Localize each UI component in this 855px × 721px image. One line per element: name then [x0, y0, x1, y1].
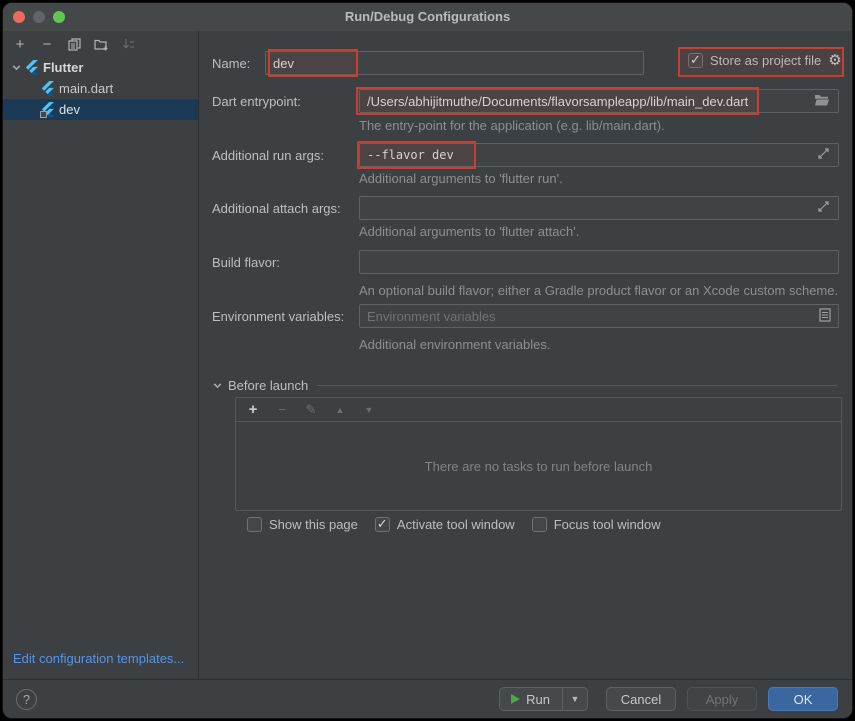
run-debug-configurations-dialog: Run/Debug Configurations + −: [2, 2, 853, 719]
new-folder-icon[interactable]: [93, 36, 109, 52]
run-dropdown-arrow-icon[interactable]: ▼: [563, 688, 587, 710]
tree-item-label: main.dart: [59, 81, 113, 96]
cancel-button[interactable]: Cancel: [606, 687, 676, 711]
configuration-tree: Flutter main.dart dev: [3, 57, 198, 120]
env-vars-input[interactable]: [359, 304, 839, 328]
help-button[interactable]: ?: [16, 689, 37, 710]
run-args-input[interactable]: [359, 143, 839, 167]
name-label: Name:: [212, 56, 250, 71]
focus-tool-window-option[interactable]: Focus tool window: [532, 517, 661, 532]
section-divider: [317, 385, 837, 386]
chevron-down-icon[interactable]: [11, 62, 22, 73]
open-folder-icon[interactable]: [814, 93, 830, 109]
tree-item-flutter-group[interactable]: Flutter: [3, 57, 198, 78]
run-args-label: Additional run args:: [212, 148, 324, 163]
activate-tool-window-checkbox[interactable]: [375, 517, 390, 532]
sidebar-toolbar: + −: [3, 31, 198, 57]
show-this-page-option[interactable]: Show this page: [247, 517, 358, 532]
store-as-project-file-checkbox[interactable]: [688, 53, 703, 68]
env-vars-hint: Additional environment variables.: [359, 337, 551, 352]
run-args-hint: Additional arguments to 'flutter run'.: [359, 171, 563, 186]
focus-tool-window-label: Focus tool window: [554, 517, 661, 532]
expand-field-icon[interactable]: [817, 200, 833, 216]
move-up-icon: ▲: [333, 403, 347, 417]
env-vars-label: Environment variables:: [212, 309, 344, 324]
gear-icon[interactable]: ⚙: [828, 53, 841, 68]
remove-task-icon: −: [275, 403, 289, 417]
tree-item-label: dev: [59, 102, 80, 117]
move-down-icon: ▼: [362, 403, 376, 417]
browse-env-vars-icon[interactable]: [819, 308, 835, 324]
add-icon[interactable]: +: [12, 36, 28, 52]
add-task-icon[interactable]: +: [246, 403, 260, 417]
copy-icon[interactable]: [66, 36, 82, 52]
expand-field-icon[interactable]: [817, 147, 833, 163]
build-flavor-label: Build flavor:: [212, 255, 280, 270]
chevron-down-icon[interactable]: [212, 380, 223, 391]
configuration-form: Name: Store as project file ⚙ Dart entry…: [199, 31, 852, 679]
before-launch-empty-text: There are no tasks to run before launch: [236, 422, 841, 510]
edit-configuration-templates-link[interactable]: Edit configuration templates...: [13, 651, 184, 666]
dart-entrypoint-label: Dart entrypoint:: [212, 94, 301, 109]
show-this-page-label: Show this page: [269, 517, 358, 532]
title-bar: Run/Debug Configurations: [3, 3, 852, 31]
attach-args-label: Additional attach args:: [212, 201, 341, 216]
flutter-icon: [41, 81, 55, 96]
sort-icon: [120, 36, 136, 52]
tree-item-dev-selected[interactable]: dev: [3, 99, 198, 120]
apply-button: Apply: [687, 687, 757, 711]
play-icon: [511, 694, 520, 704]
dart-entrypoint-input[interactable]: [359, 89, 839, 113]
build-flavor-input[interactable]: [359, 250, 839, 274]
activate-tool-window-label: Activate tool window: [397, 517, 515, 532]
edit-task-icon: ✎: [304, 403, 318, 417]
run-button-label: Run: [526, 692, 550, 707]
flutter-icon: [25, 60, 39, 75]
tree-item-label: Flutter: [43, 60, 83, 75]
before-launch-header[interactable]: Before launch: [212, 378, 837, 393]
before-launch-panel: + − ✎ ▲ ▼ There are no tasks to run befo…: [235, 397, 842, 511]
dialog-title: Run/Debug Configurations: [3, 3, 852, 31]
tree-item-main-dart[interactable]: main.dart: [3, 78, 198, 99]
run-split-button[interactable]: Run ▼: [499, 687, 588, 711]
before-launch-title: Before launch: [228, 378, 308, 393]
configurations-sidebar: + − Flutter: [3, 31, 199, 679]
name-input[interactable]: [265, 51, 644, 75]
show-this-page-checkbox[interactable]: [247, 517, 262, 532]
focus-tool-window-checkbox[interactable]: [532, 517, 547, 532]
build-flavor-hint: An optional build flavor; either a Gradl…: [359, 283, 838, 298]
activate-tool-window-option[interactable]: Activate tool window: [375, 517, 515, 532]
before-launch-toolbar: + − ✎ ▲ ▼: [236, 398, 841, 422]
attach-args-hint: Additional arguments to 'flutter attach'…: [359, 224, 579, 239]
store-as-project-file-row: Store as project file ⚙: [688, 53, 842, 68]
attach-args-input[interactable]: [359, 196, 839, 220]
remove-icon[interactable]: −: [39, 36, 55, 52]
project-file-badge: [40, 111, 47, 118]
dart-entrypoint-hint: The entry-point for the application (e.g…: [359, 118, 665, 133]
dialog-options-row: Show this page Activate tool window Focu…: [247, 517, 661, 532]
flutter-icon-with-file-badge: [41, 102, 55, 117]
run-button[interactable]: Run: [500, 688, 562, 710]
store-as-project-file-label: Store as project file: [710, 53, 821, 68]
dialog-footer: ? Run ▼ Cancel Apply OK: [3, 679, 852, 718]
ok-button[interactable]: OK: [768, 687, 838, 711]
